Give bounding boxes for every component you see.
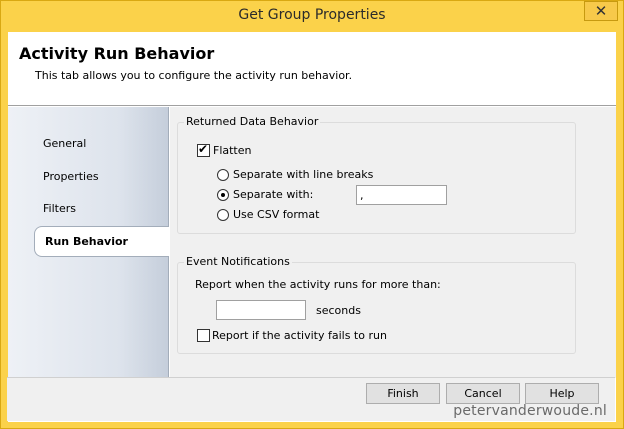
dialog-footer: Finish Cancel Help petervanderwoude.nl	[7, 377, 615, 421]
tab-run-behavior[interactable]: Run Behavior	[34, 226, 169, 257]
flatten-checkbox-box[interactable]	[197, 142, 210, 157]
event-notifications-box: Event Notifications Report when the acti…	[177, 255, 576, 354]
window-title: Get Group Properties	[238, 7, 386, 23]
report-fails-label[interactable]: Report if the activity fails to run	[212, 329, 387, 342]
returned-data-box-label: Returned Data Behavior	[184, 115, 321, 128]
separate-line-breaks-label-box[interactable]: Separate with line breaks	[233, 168, 373, 181]
help-button[interactable]: Help	[525, 383, 599, 404]
seconds-input[interactable]	[216, 300, 306, 320]
seconds-label: seconds	[316, 304, 361, 317]
separate-with-radio-box[interactable]	[217, 189, 229, 201]
page-title: Activity Run Behavior	[19, 44, 215, 63]
tab-filters[interactable]: Filters	[43, 202, 76, 215]
report-fails-checkbox[interactable]	[197, 329, 210, 342]
report-runs-label: Report when the activity runs for more t…	[195, 278, 441, 291]
page-header: Activity Run Behavior This tab allows yo…	[8, 32, 616, 106]
tab-general[interactable]: General	[43, 137, 86, 150]
cancel-button[interactable]: Cancel	[446, 383, 520, 404]
use-csv-label-box[interactable]: Use CSV format	[233, 208, 319, 221]
returned-data-box: Returned Data Behavior Flatten Separate …	[177, 115, 576, 234]
tab-properties[interactable]: Properties	[43, 170, 99, 183]
separate-with-label-box[interactable]: Separate with:	[233, 188, 313, 201]
close-icon: ✕	[594, 2, 608, 20]
tab-navigation: General Properties Filters Run Behavior	[8, 107, 169, 378]
use-csv-radio-box[interactable]	[217, 209, 229, 221]
finish-button[interactable]: Finish	[366, 383, 440, 404]
separate-line-breaks-radio-box[interactable]	[217, 169, 229, 181]
watermark-text: petervanderwoude.nl	[453, 403, 607, 419]
event-notifications-group-label: Event Notifications	[184, 255, 292, 268]
page-description: This tab allows you to configure the act…	[35, 69, 353, 82]
title-bar[interactable]: Get Group Properties ✕	[1, 1, 623, 32]
close-button[interactable]: ✕	[584, 1, 618, 21]
flatten-label-box[interactable]: Flatten	[213, 144, 252, 157]
separator-input-box[interactable]	[356, 185, 447, 205]
